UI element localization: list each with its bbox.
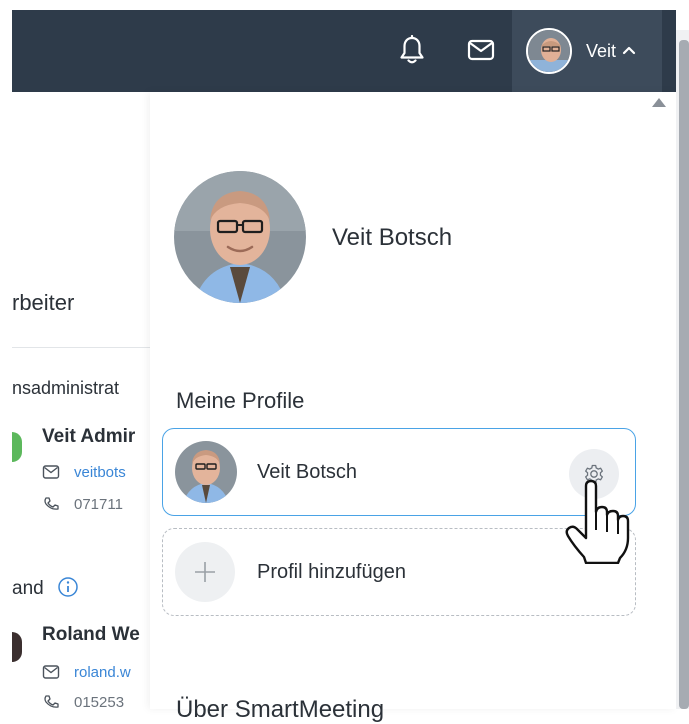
about-heading: Über SmartMeeting xyxy=(176,696,385,723)
avatar xyxy=(174,171,306,303)
mail-icon xyxy=(42,665,60,679)
notifications-button[interactable] xyxy=(392,30,432,70)
phone-icon xyxy=(44,695,59,708)
messages-button[interactable] xyxy=(461,30,501,70)
profile-card-name: Veit Botsch xyxy=(257,460,358,483)
user-short-name: Veit xyxy=(586,40,617,61)
plus-icon xyxy=(175,542,235,602)
mail-icon xyxy=(467,39,495,61)
info-icon[interactable] xyxy=(56,575,80,599)
top-navigation-bar: Veit xyxy=(0,0,689,92)
mail-icon xyxy=(42,465,60,479)
divider xyxy=(12,347,152,348)
person-name[interactable]: Veit Admir xyxy=(42,426,152,448)
background-card xyxy=(12,92,162,262)
group-heading: and xyxy=(12,578,44,599)
user-menu-toggle[interactable]: Veit xyxy=(512,10,662,92)
person-name[interactable]: Roland We xyxy=(42,624,152,646)
add-profile-label: Profil hinzufügen xyxy=(257,560,406,583)
profile-name: Veit Botsch xyxy=(332,224,453,251)
employees-heading: rbeiter xyxy=(12,290,75,315)
scroll-up-arrow[interactable] xyxy=(652,98,666,107)
user-dropdown-panel: Veit Botsch Meine Profile Veit Botsch Pr… xyxy=(150,92,676,723)
navbar-background: Veit xyxy=(12,10,676,92)
scrollbar[interactable] xyxy=(676,30,689,709)
chevron-up-icon xyxy=(622,42,636,60)
scrollbar-thumb[interactable] xyxy=(679,40,689,709)
bell-icon xyxy=(400,35,424,64)
admin-group-heading: nsadministrat xyxy=(12,378,120,398)
phone-icon xyxy=(44,497,59,510)
avatar xyxy=(175,441,237,503)
avatar xyxy=(526,28,572,74)
my-profiles-heading: Meine Profile xyxy=(176,388,305,413)
hand-pointer-icon xyxy=(565,480,630,564)
